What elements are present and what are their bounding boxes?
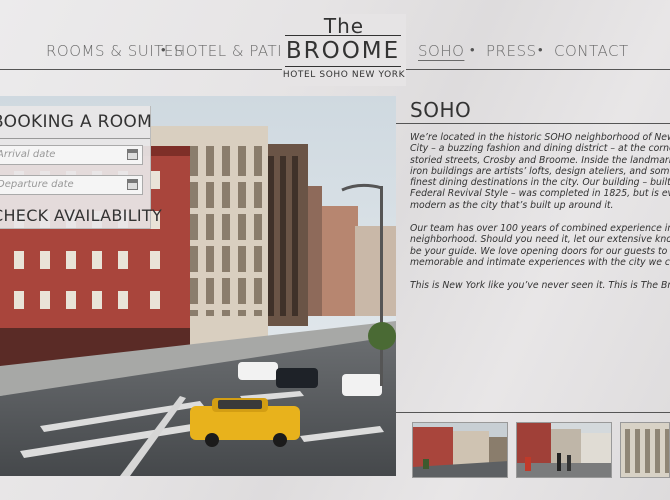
- text-line: We’re located in the historic SOHO neigh…: [410, 132, 670, 143]
- nav-separator-dot: •: [161, 43, 167, 58]
- departure-date-field[interactable]: Departure date: [0, 175, 143, 195]
- paragraph-team: Our team has over 100 years of combined …: [410, 223, 670, 268]
- broome-logo[interactable]: The BROOME HOTEL SOHO NEW YORK: [282, 14, 406, 86]
- soho-content: SOHO We’re located in the historic SOHO …: [396, 96, 670, 416]
- logo-tagline: HOTEL SOHO NEW YORK: [282, 70, 406, 80]
- nav-hotel-patio[interactable]: HOTEL & PATIO: [174, 42, 294, 60]
- text-line: This is New York like you’ve never seen …: [410, 280, 670, 292]
- paragraph-closing: This is New York like you’ve never seen …: [410, 280, 670, 291]
- booking-divider: [0, 138, 150, 139]
- nav-contact[interactable]: CONTACT: [554, 42, 629, 60]
- nav-separator-dot: •: [470, 43, 476, 58]
- nav-soho[interactable]: SOHO: [418, 42, 464, 60]
- booking-panel: BOOKING A ROOM Arrival date Departure da…: [0, 106, 162, 229]
- main-nav-right: SOHO • PRESS • CONTACT: [418, 42, 670, 62]
- logo-broome-text: BROOME: [285, 35, 401, 67]
- text-line: neighborhood. Should you need it, let ou…: [410, 234, 670, 246]
- gallery-thumbnail-3[interactable]: [620, 422, 670, 478]
- soho-body-text: We’re located in the historic SOHO neigh…: [410, 132, 670, 304]
- thumbnail-image: [621, 423, 669, 477]
- gallery-thumbnail-1[interactable]: [412, 422, 508, 478]
- booking-title: BOOKING A ROOM: [0, 112, 153, 132]
- text-line: modern as the city that’s built up aroun…: [410, 199, 614, 211]
- calendar-icon[interactable]: [127, 179, 138, 190]
- text-line: storied streets, Crosby and Broome. Insi…: [410, 154, 670, 166]
- thumbnail-image: [517, 423, 611, 477]
- gallery-thumbnail-2[interactable]: [516, 422, 612, 478]
- text-line: memorable and intimate experiences with …: [410, 256, 670, 268]
- thumbnail-image: [413, 423, 507, 477]
- text-line: be your guide. We love opening doors for…: [410, 245, 670, 257]
- arrival-date-placeholder: Arrival date: [0, 149, 56, 160]
- thumbnails-divider: [396, 412, 670, 413]
- text-line: iron buildings are artists’ lofts, desig…: [410, 165, 670, 177]
- text-line: Federal Revival Style – was completed in…: [410, 188, 670, 200]
- text-line: City – a buzzing fashion and dining dist…: [410, 143, 670, 155]
- paragraph-intro: We’re located in the historic SOHO neigh…: [410, 132, 670, 211]
- main-nav: ROOMS & SUITES • HOTEL & PATIO: [46, 42, 294, 62]
- text-line: Our team has over 100 years of combined …: [410, 223, 670, 235]
- departure-date-placeholder: Departure date: [0, 179, 74, 190]
- nav-separator-dot: •: [538, 43, 544, 58]
- arrival-date-field[interactable]: Arrival date: [0, 145, 143, 165]
- check-availability-button[interactable]: CHECK AVAILABILITY: [0, 206, 162, 225]
- section-title: SOHO: [410, 98, 472, 122]
- calendar-icon[interactable]: [127, 149, 138, 160]
- section-divider: [396, 123, 670, 124]
- text-line: finest dining destinations in the city. …: [410, 177, 670, 189]
- nav-press[interactable]: PRESS: [486, 42, 537, 60]
